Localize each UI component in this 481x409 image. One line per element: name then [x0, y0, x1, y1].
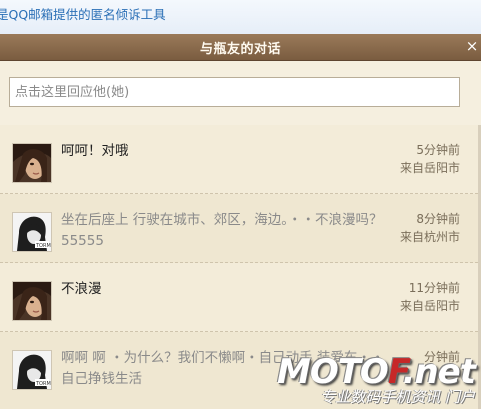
- dialog-title: 与瓶友的对话: [199, 42, 281, 57]
- girl-avatar[interactable]: [12, 281, 52, 321]
- message-time: 11分钟前: [408, 281, 460, 295]
- reply-area: [0, 61, 481, 125]
- message-text: 呵呵！对哦: [61, 143, 129, 159]
- svg-text:TORM: TORM: [35, 243, 51, 249]
- message-location: 来自杭州市: [399, 230, 460, 244]
- message-meta: 11分钟前 来自岳阳市: [400, 279, 460, 315]
- message-time: 分钟前: [423, 350, 460, 364]
- close-icon[interactable]: ×: [465, 37, 479, 55]
- bw-avatar[interactable]: TORM: [12, 212, 52, 252]
- reply-input[interactable]: [9, 77, 460, 107]
- girl-avatar[interactable]: [12, 143, 52, 183]
- message-location: 来自岳阳市: [399, 161, 460, 175]
- svg-text:TORM: TORM: [35, 381, 51, 387]
- message-meta: 5分钟前 来自岳阳市: [400, 141, 460, 177]
- bw-avatar[interactable]: TORM: [12, 350, 52, 390]
- message-item: TORM 坐在后座上 行驶在城市、郊区，海边。・・不浪漫吗？55555 8分钟前…: [0, 194, 478, 263]
- message-time: 5分钟前: [416, 143, 460, 157]
- message-item: 不浪漫 11分钟前 来自岳阳市: [0, 263, 478, 332]
- message-location: 来自岳阳市: [399, 299, 460, 313]
- message-text: 不浪漫: [61, 281, 102, 297]
- top-info-strip: 是QQ邮箱提供的匿名倾诉工具: [0, 0, 481, 35]
- dialog-title-bar: 与瓶友的对话 ×: [0, 34, 481, 61]
- message-list: 呵呵！对哦 5分钟前 来自岳阳市 TORM 坐在后座上 行驶在城市、郊区，海边。…: [0, 125, 478, 409]
- message-text: 啊啊 啊 ・为什么？我们不懒啊・自己动手 装爱车・・自己挣钱生活: [61, 350, 385, 387]
- message-meta: 8分钟前 来自杭州市: [400, 210, 460, 246]
- message-time: 8分钟前: [416, 212, 460, 226]
- message-item: 呵呵！对哦 5分钟前 来自岳阳市: [0, 125, 478, 194]
- top-info-text: 是QQ邮箱提供的匿名倾诉工具: [0, 7, 166, 22]
- message-text: 坐在后座上 行驶在城市、郊区，海边。・・不浪漫吗？55555: [61, 212, 383, 249]
- message-item: TORM 啊啊 啊 ・为什么？我们不懒啊・自己动手 装爱车・・自己挣钱生活 分钟…: [0, 332, 478, 409]
- message-meta: 分钟前: [424, 348, 460, 366]
